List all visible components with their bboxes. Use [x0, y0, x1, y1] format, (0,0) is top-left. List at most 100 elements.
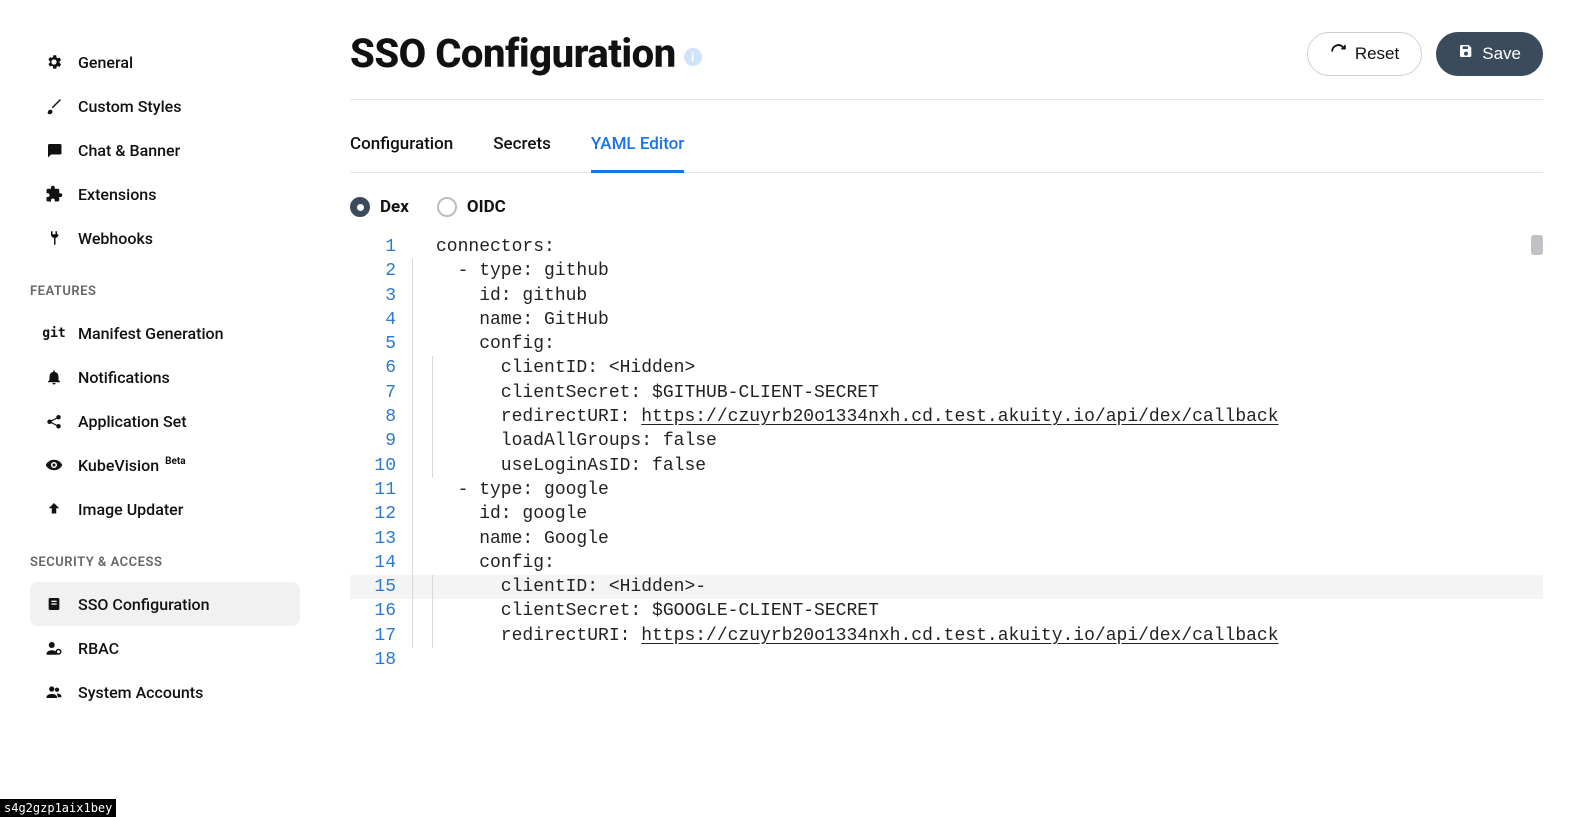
editor-line[interactable]: 11 - type: google — [350, 478, 1543, 502]
code-content: id: google — [436, 502, 587, 526]
indent-guides — [410, 599, 436, 623]
line-number: 5 — [350, 332, 410, 356]
chat-icon — [44, 140, 64, 160]
indent-guides — [410, 648, 436, 672]
url-text[interactable]: https://czuyrb20o1334nxh.cd.test.akuity.… — [641, 407, 1278, 427]
sidebar-item-chat-banner[interactable]: Chat & Banner — [30, 128, 300, 172]
bell-icon — [44, 367, 64, 387]
line-number: 13 — [350, 527, 410, 551]
eye-icon — [44, 455, 64, 475]
page-header: SSO Configuration i Reset Save — [350, 30, 1543, 100]
user-gear-icon — [44, 638, 64, 658]
radio-icon — [350, 197, 370, 217]
editor-line[interactable]: 3 id: github — [350, 284, 1543, 308]
editor-line[interactable]: 10 useLoginAsID: false — [350, 454, 1543, 478]
reset-label: Reset — [1355, 44, 1399, 64]
line-number: 17 — [350, 624, 410, 648]
sidebar-item-label: Custom Styles — [78, 97, 181, 116]
editor-line[interactable]: 12 id: google — [350, 502, 1543, 526]
sidebar-item-system-accounts[interactable]: System Accounts — [30, 670, 300, 714]
sidebar-item-manifest-generation[interactable]: git Manifest Generation — [30, 311, 300, 355]
line-number: 2 — [350, 259, 410, 283]
save-button[interactable]: Save — [1436, 32, 1543, 76]
info-icon[interactable]: i — [684, 48, 702, 66]
code-content: clientSecret: $GOOGLE-CLIENT-SECRET — [436, 599, 879, 623]
editor-line[interactable]: 4 name: GitHub — [350, 308, 1543, 332]
editor-line[interactable]: 5 config: — [350, 332, 1543, 356]
editor-line[interactable]: 9 loadAllGroups: false — [350, 429, 1543, 453]
save-label: Save — [1482, 44, 1521, 64]
yaml-editor[interactable]: 1 connectors:2 - type: github3 id: github… — [350, 235, 1543, 672]
sidebar-item-kubevision[interactable]: KubeVision Beta — [30, 443, 300, 487]
line-number: 1 — [350, 235, 410, 259]
indent-guides — [410, 308, 436, 332]
code-content: config: — [436, 551, 555, 575]
sidebar-item-label: Webhooks — [78, 229, 153, 248]
code-content: loadAllGroups: false — [436, 429, 717, 453]
editor-line[interactable]: 8 redirectURI: https://czuyrb20o1334nxh.… — [350, 405, 1543, 429]
editor-line[interactable]: 18 — [350, 648, 1543, 672]
tab-secrets[interactable]: Secrets — [493, 128, 551, 173]
editor-line[interactable]: 14 config: — [350, 551, 1543, 575]
sidebar-item-label: Extensions — [78, 185, 156, 204]
sidebar-item-image-updater[interactable]: Image Updater — [30, 487, 300, 531]
sidebar-item-label: Notifications — [78, 368, 170, 387]
sidebar-item-rbac[interactable]: RBAC — [30, 626, 300, 670]
sidebar-item-general[interactable]: General — [30, 40, 300, 84]
tab-configuration[interactable]: Configuration — [350, 128, 453, 173]
indent-guides — [410, 478, 436, 502]
line-number: 8 — [350, 405, 410, 429]
line-number: 16 — [350, 599, 410, 623]
indent-guides — [410, 502, 436, 526]
sidebar-item-label: General — [78, 53, 133, 72]
sidebar-item-label: Manifest Generation — [78, 324, 224, 343]
radio-dex[interactable]: Dex — [350, 197, 409, 217]
sidebar-item-label: KubeVision — [78, 456, 159, 475]
editor-line[interactable]: 1 connectors: — [350, 235, 1543, 259]
arrow-up-icon — [44, 499, 64, 519]
line-number: 4 — [350, 308, 410, 332]
share-icon — [44, 411, 64, 431]
tab-yaml-editor[interactable]: YAML Editor — [591, 128, 684, 173]
sidebar-item-sso-configuration[interactable]: SSO Configuration — [30, 582, 300, 626]
indent-guides — [410, 454, 436, 478]
sso-type-radio-group: Dex OIDC — [350, 197, 1543, 217]
indent-guides — [410, 624, 436, 648]
indent-guides — [410, 575, 436, 599]
editor-line[interactable]: 13 name: Google — [350, 527, 1543, 551]
sidebar-item-custom-styles[interactable]: Custom Styles — [30, 84, 300, 128]
indent-guides — [410, 284, 436, 308]
sidebar-item-extensions[interactable]: Extensions — [30, 172, 300, 216]
editor-line[interactable]: 2 - type: github — [350, 259, 1543, 283]
line-number: 3 — [350, 284, 410, 308]
puzzle-icon — [44, 184, 64, 204]
line-number: 11 — [350, 478, 410, 502]
gear-icon — [44, 52, 64, 72]
editor-line[interactable]: 6 clientID: <Hidden> — [350, 356, 1543, 380]
editor-line[interactable]: 7 clientSecret: $GITHUB-CLIENT-SECRET — [350, 381, 1543, 405]
save-icon — [1458, 43, 1474, 64]
line-number: 15 — [350, 575, 410, 599]
radio-oidc[interactable]: OIDC — [437, 197, 506, 217]
reset-button[interactable]: Reset — [1307, 32, 1422, 76]
url-text[interactable]: https://czuyrb20o1334nxh.cd.test.akuity.… — [641, 626, 1278, 646]
main-content: SSO Configuration i Reset Save Configura… — [320, 0, 1593, 817]
editor-line[interactable]: 16 clientSecret: $GOOGLE-CLIENT-SECRET — [350, 599, 1543, 623]
line-number: 6 — [350, 356, 410, 380]
indent-guides — [410, 332, 436, 356]
code-content: name: GitHub — [436, 308, 609, 332]
scrollbar-handle[interactable] — [1531, 235, 1543, 255]
sidebar-item-notifications[interactable]: Notifications — [30, 355, 300, 399]
code-content: redirectURI: https://czuyrb20o1334nxh.cd… — [436, 405, 1279, 429]
sidebar-item-label: Application Set — [78, 412, 187, 431]
code-content: clientSecret: $GITHUB-CLIENT-SECRET — [436, 381, 879, 405]
code-content: connectors: — [436, 235, 555, 259]
indent-guides — [410, 356, 436, 380]
editor-line[interactable]: 15 clientID: <Hidden>- — [350, 575, 1543, 599]
sidebar-item-application-set[interactable]: Application Set — [30, 399, 300, 443]
users-icon — [44, 682, 64, 702]
sidebar-section-features: FEATURES — [30, 284, 300, 299]
code-content: name: Google — [436, 527, 609, 551]
editor-line[interactable]: 17 redirectURI: https://czuyrb20o1334nxh… — [350, 624, 1543, 648]
sidebar-item-webhooks[interactable]: Webhooks — [30, 216, 300, 260]
